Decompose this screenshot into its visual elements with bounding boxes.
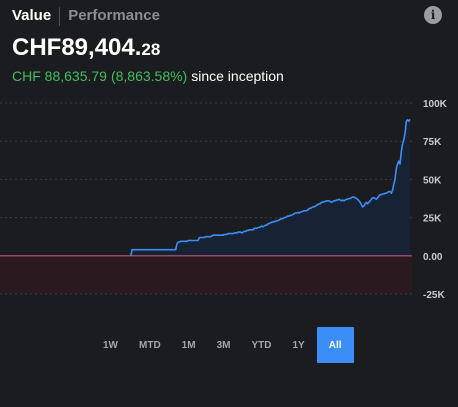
portfolio-value-card: Value Performance i CHF89,404. 28 CHF 88… <box>0 0 458 407</box>
negative-region <box>0 255 412 294</box>
change-suffix: since inception <box>191 68 284 84</box>
tab-divider <box>59 6 61 26</box>
y-tick-label: 0.00 <box>423 252 443 263</box>
value-chart[interactable]: 100K 75K 50K 25K 0.00 -25K <box>0 95 458 305</box>
range-button-1m[interactable]: 1M <box>173 327 205 363</box>
range-button-1w[interactable]: 1W <box>94 327 127 363</box>
y-tick-label: 50K <box>423 175 442 186</box>
tab-value[interactable]: Value <box>12 6 51 26</box>
info-glyph: i <box>430 8 436 22</box>
tab-performance[interactable]: Performance <box>68 6 160 26</box>
y-tick-label: 100K <box>423 99 448 110</box>
range-button-3m[interactable]: 3M <box>208 327 240 363</box>
range-button-mtd[interactable]: MTD <box>130 327 170 363</box>
view-tabs: Value Performance <box>12 6 160 26</box>
y-tick-label: -25K <box>423 290 445 301</box>
range-button-1y[interactable]: 1Y <box>283 327 313 363</box>
change-percent: (8,863.58%) <box>110 68 188 84</box>
portfolio-value: CHF89,404. 28 <box>12 34 160 62</box>
range-button-ytd[interactable]: YTD <box>242 327 280 363</box>
time-range-selector: 1W MTD 1M 3M YTD 1Y All <box>94 327 357 363</box>
y-tick-label: 75K <box>423 137 442 148</box>
area-fill <box>0 119 410 256</box>
info-icon[interactable]: i <box>424 6 442 24</box>
portfolio-value-cents: 28 <box>141 40 161 59</box>
portfolio-value-main: CHF89,404. <box>12 34 142 61</box>
range-button-all[interactable]: All <box>316 327 354 363</box>
y-tick-label: 25K <box>423 214 442 225</box>
change-amount: CHF 88,635.79 <box>12 68 107 84</box>
portfolio-change: CHF 88,635.79 (8,863.58%) since inceptio… <box>12 68 284 84</box>
